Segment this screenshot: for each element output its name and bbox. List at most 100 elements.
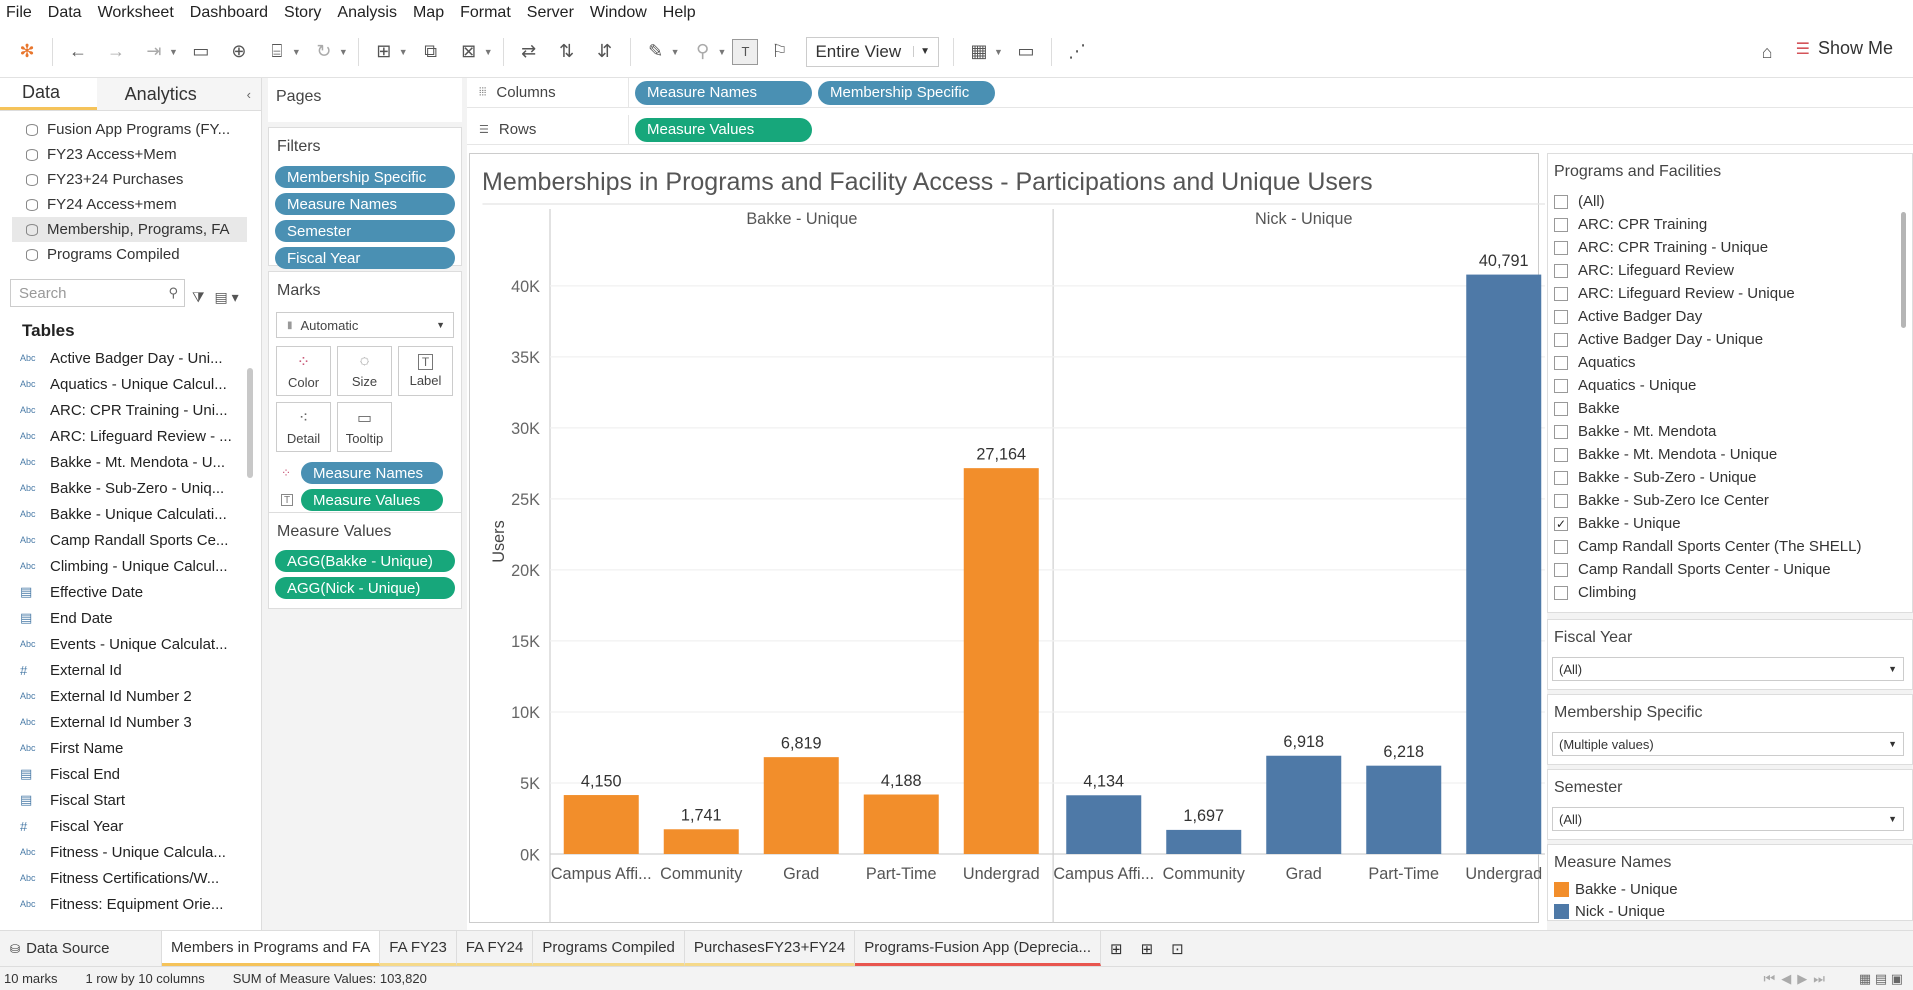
field-item[interactable]: ▤ End Date — [0, 605, 232, 631]
tab-purchases[interactable]: PurchasesFY23+FY24 — [684, 931, 856, 966]
color-button[interactable]: ⁘ Color — [276, 346, 331, 396]
tab-programs-fusion-app[interactable]: Programs-Fusion App (Deprecia... — [855, 931, 1101, 966]
clear-sheet-icon[interactable]: ⊠ — [452, 35, 486, 69]
menu-item[interactable]: Format — [460, 4, 511, 22]
semester-dropdown[interactable]: (All) ▼ — [1552, 807, 1904, 831]
program-filter-option[interactable]: Camp Randall Sports Center - Unique — [1548, 558, 1912, 581]
chevron-down-icon[interactable]: ▼ — [292, 47, 301, 57]
chevron-down-icon[interactable]: ▼ — [484, 47, 493, 57]
marks-pill-measure-values[interactable]: Measure Values — [301, 489, 443, 511]
checkbox[interactable] — [1554, 470, 1568, 485]
viz-canvas[interactable]: Memberships in Programs and Facility Acc… — [469, 153, 1545, 923]
menu-item[interactable]: Data — [48, 4, 82, 22]
filter-pill[interactable]: Semester — [275, 220, 455, 242]
field-item[interactable]: Abc Fitness Certifications/W... — [0, 865, 232, 891]
checkbox[interactable] — [1554, 309, 1568, 324]
tab-fa-fy23[interactable]: FA FY23 — [380, 931, 457, 966]
field-item[interactable]: Abc First Name — [0, 735, 232, 761]
sort-ascending-icon[interactable]: ⇅ — [550, 35, 584, 69]
data-source-item[interactable]: FY23 Access+Mem — [0, 142, 261, 167]
fix-axes-icon[interactable]: ⚐ — [762, 35, 796, 69]
program-filter-option[interactable]: Active Badger Day — [1548, 305, 1912, 328]
field-item[interactable]: Abc Fitness: Equipment Orie... — [0, 891, 232, 917]
measure-value-pill[interactable]: AGG(Nick - Unique) — [275, 577, 455, 599]
data-source-item[interactable]: FY23+24 Purchases — [0, 167, 261, 192]
chevron-down-icon[interactable]: ▼ — [399, 47, 408, 57]
checkbox[interactable] — [1554, 378, 1568, 393]
filter-pill[interactable]: Membership Specific — [275, 166, 455, 188]
group-members-icon[interactable]: ⚲ — [686, 35, 720, 69]
size-button[interactable]: ◌ Size — [337, 346, 392, 396]
duplicate-sheet-icon[interactable]: ⧉ — [414, 35, 448, 69]
program-filter-option[interactable]: ✓ Bakke - Unique — [1548, 512, 1912, 535]
checkbox[interactable] — [1554, 493, 1568, 508]
chevron-down-icon[interactable]: ▼ — [339, 47, 348, 57]
save-icon[interactable]: ▭ — [184, 35, 218, 69]
columns-pill-membership-specific[interactable]: Membership Specific — [818, 80, 995, 105]
columns-shelf[interactable]: ⦙⦙⦙ Columns Measure Names Membership Spec… — [467, 78, 1913, 108]
menu-item[interactable]: Window — [590, 4, 647, 22]
checkbox[interactable] — [1554, 194, 1568, 209]
programs-filter-scrollbar[interactable] — [1901, 212, 1906, 328]
program-filter-option[interactable]: Bakke - Mt. Mendota — [1548, 420, 1912, 443]
show-me-button[interactable]: ☰ Show Me — [1796, 38, 1893, 59]
field-item[interactable]: # Fiscal Year — [0, 813, 232, 839]
program-filter-option[interactable]: Aquatics — [1548, 351, 1912, 374]
field-item[interactable]: Abc Bakke - Sub-Zero - Uniq... — [0, 475, 232, 501]
filter-pill[interactable]: Fiscal Year — [275, 247, 455, 269]
field-item[interactable]: Abc Camp Randall Sports Ce... — [0, 527, 232, 553]
search-input[interactable]: Search ⚲ — [10, 279, 185, 307]
show-cards-icon[interactable]: ▦ — [962, 35, 996, 69]
pages-card[interactable]: Pages — [268, 78, 462, 122]
chevron-down-icon[interactable]: ▼ — [671, 47, 680, 57]
tab-data[interactable]: Data — [0, 78, 97, 110]
new-dashboard-tab-icon[interactable]: ⊞ — [1132, 931, 1163, 966]
filter-icon[interactable]: ⧩ — [192, 289, 205, 306]
rows-shelf[interactable]: ☰ Rows Measure Values — [467, 115, 1913, 145]
checkbox[interactable] — [1554, 401, 1568, 416]
program-filter-option[interactable]: Bakke - Sub-Zero - Unique — [1548, 466, 1912, 489]
field-item[interactable]: # External Id — [0, 657, 232, 683]
sheet-nav-icons[interactable]: ⏮◀▶⏭ — [1764, 971, 1831, 987]
program-filter-option[interactable]: Climbing — [1548, 581, 1912, 600]
pause-updates-icon[interactable]: ⌸ — [260, 35, 294, 69]
tab-analytics[interactable]: Analytics ‹ — [96, 78, 261, 110]
program-filter-option[interactable]: Aquatics - Unique — [1548, 374, 1912, 397]
menu-item[interactable]: Dashboard — [190, 4, 268, 22]
checkbox[interactable] — [1554, 585, 1568, 600]
field-item[interactable]: ▤ Effective Date — [0, 579, 232, 605]
program-filter-option[interactable]: Bakke — [1548, 397, 1912, 420]
membership-dropdown[interactable]: (Multiple values) ▼ — [1552, 732, 1904, 756]
checkbox[interactable] — [1554, 286, 1568, 301]
sort-descending-icon[interactable]: ⇵ — [588, 35, 622, 69]
replay-icon[interactable]: ⇥ — [137, 35, 171, 69]
checkbox[interactable] — [1554, 355, 1568, 370]
tab-programs-compiled[interactable]: Programs Compiled — [533, 931, 685, 966]
field-item[interactable]: Abc Active Badger Day - Uni... — [0, 345, 232, 371]
marks-pill-measure-names[interactable]: Measure Names — [301, 462, 443, 484]
data-source-item[interactable]: Fusion App Programs (FY... — [0, 117, 261, 142]
checkbox[interactable] — [1554, 539, 1568, 554]
new-worksheet-icon[interactable]: ⊞ — [367, 35, 401, 69]
tab-fa-fy24[interactable]: FA FY24 — [456, 931, 534, 966]
fiscal-year-dropdown[interactable]: (All) ▼ — [1552, 657, 1904, 681]
label-button[interactable]: T Label — [398, 346, 453, 396]
checkbox[interactable] — [1554, 240, 1568, 255]
chevron-down-icon[interactable]: ▼ — [169, 47, 178, 57]
sheet-sorter-icon[interactable]: ▦ ▤ ▣ — [1859, 971, 1903, 987]
data-pane-scrollbar[interactable] — [247, 368, 253, 478]
tooltip-button[interactable]: ▭ Tooltip — [337, 402, 392, 452]
checkbox-checked[interactable]: ✓ — [1554, 516, 1568, 531]
menu-item[interactable]: File — [6, 4, 32, 22]
legend-item[interactable]: Bakke - Unique — [1548, 878, 1912, 900]
menu-item[interactable]: Worksheet — [98, 4, 174, 22]
undo-icon[interactable]: ← — [61, 35, 95, 69]
program-filter-option[interactable]: ARC: Lifeguard Review — [1548, 259, 1912, 282]
rows-pill-measure-values[interactable]: Measure Values — [635, 117, 812, 142]
program-filter-option[interactable]: Camp Randall Sports Center (The SHELL) — [1548, 535, 1912, 558]
checkbox[interactable] — [1554, 217, 1568, 232]
field-item[interactable]: Abc Bakke - Unique Calculati... — [0, 501, 232, 527]
tab-data-source[interactable]: ⛁ Data Source — [0, 931, 162, 966]
data-source-item[interactable]: FY24 Access+mem — [0, 192, 261, 217]
field-item[interactable]: Abc Aquatics - Unique Calcul... — [0, 371, 232, 397]
